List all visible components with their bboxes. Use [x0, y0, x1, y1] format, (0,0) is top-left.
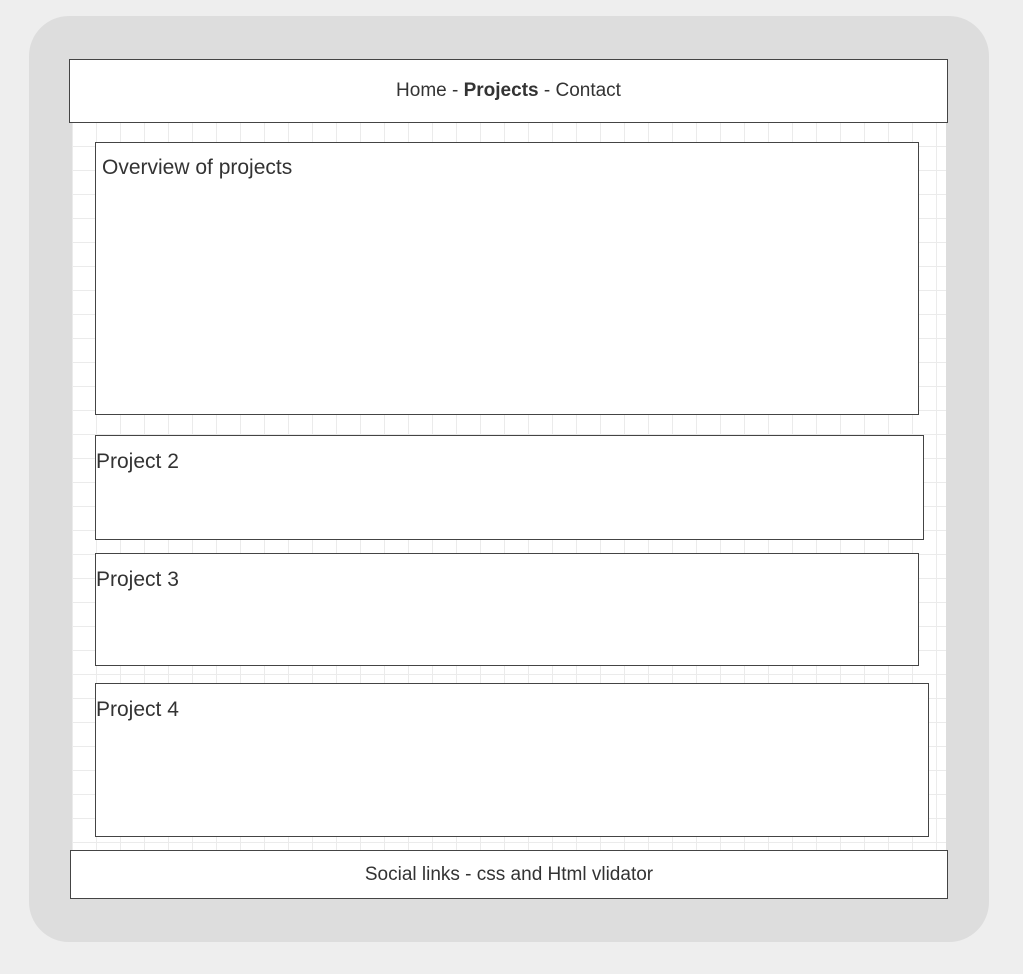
nav-separator: -: [446, 80, 464, 101]
nav-link-contact[interactable]: Contact: [555, 80, 620, 102]
nav-separator: -: [538, 80, 556, 101]
overview-section: Overview of projects: [95, 142, 919, 415]
footer: Social links - css and Html vlidator: [70, 850, 948, 899]
project-card-2: Project 2: [95, 435, 924, 540]
project-title: Project 2: [96, 450, 179, 473]
nav-link-projects[interactable]: Projects: [464, 80, 539, 102]
project-title: Project 3: [96, 568, 179, 591]
project-title: Project 4: [96, 698, 179, 721]
top-navigation: Home - Projects - Contact: [69, 59, 948, 123]
footer-text: Social links - css and Html vlidator: [364, 863, 654, 885]
nav-link-home[interactable]: Home: [396, 80, 447, 102]
project-card-3: Project 3: [95, 553, 919, 666]
project-card-4: Project 4: [95, 683, 929, 837]
overview-title: Overview of projects: [102, 156, 293, 179]
